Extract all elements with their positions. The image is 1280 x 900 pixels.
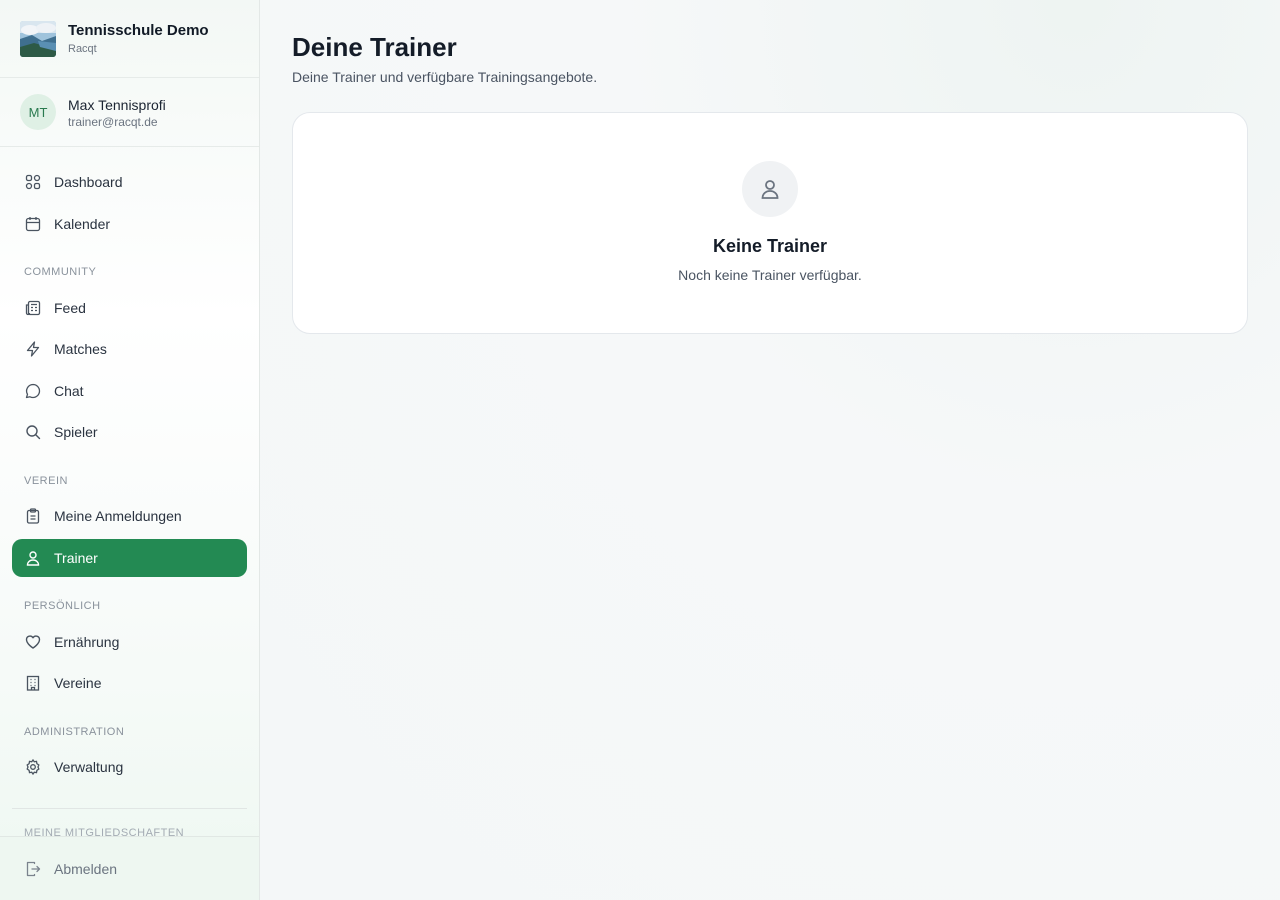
user-icon [742,161,798,217]
sidebar-item-chat[interactable]: Chat [12,372,247,410]
grid-icon [24,173,42,191]
logout-label: Abmelden [54,861,118,877]
empty-state-title: Keine Trainer [712,236,828,256]
sidebar-item-kalender[interactable]: Kalender [12,205,247,243]
sidebar-item-label: Chat [54,383,84,399]
user-icon [24,549,42,567]
avatar: MT [20,94,56,130]
sidebar-item-label: Verwaltung [54,759,124,775]
gear-icon [24,758,42,776]
sidebar-item-label: Spieler [54,424,98,440]
sidebar-item-dashboard[interactable]: Dashboard [12,163,247,201]
sidebar-item-anmeldungen[interactable]: Meine Anmeldungen [12,497,247,535]
section-administration: ADMINISTRATION [24,726,125,738]
sidebar-item-verwaltung[interactable]: Verwaltung [12,748,247,786]
empty-state-card: Keine Trainer Noch keine Trainer verfügb… [292,112,1248,334]
sidebar-item-label: Meine Anmeldungen [54,508,182,524]
sidebar-item-ernaehrung[interactable]: Ernährung [12,623,247,661]
heart-icon [24,633,42,651]
lightning-icon [24,340,42,358]
sidebar-item-label: Matches [54,341,107,357]
logout-icon [24,860,42,878]
user-name: Max Tennisprofi [68,96,166,113]
search-icon [24,423,42,441]
sidebar-item-spieler[interactable]: Spieler [12,413,247,451]
sidebar-item-matches[interactable]: Matches [12,330,247,368]
user-profile[interactable]: MT Max Tennisprofi trainer@racqt.de [0,78,259,147]
sidebar-item-label: Vereine [54,675,102,691]
page-subtitle: Deine Trainer und verfügbare Trainingsan… [292,69,598,85]
empty-state-text: Noch keine Trainer verfügbar. [678,267,862,283]
brand-header[interactable]: Tennisschule Demo Racqt [0,0,259,78]
main-content: Deine Trainer Deine Trainer und verfügba… [260,0,1280,900]
sidebar-footer: Abmelden [0,836,259,900]
section-verein: VEREIN [24,475,68,487]
sidebar-item-trainer[interactable]: Trainer [12,539,247,577]
sidebar-item-label: Dashboard [54,174,123,190]
section-persoenlich: PERSÖNLICH [24,600,101,612]
sidebar-item-feed[interactable]: Feed [12,289,247,327]
section-community: COMMUNITY [24,266,97,278]
page-title: Deine Trainer [292,32,457,62]
calendar-icon [24,215,42,233]
brand-subtitle: Racqt [68,42,97,55]
sidebar-item-label: Feed [54,300,86,316]
sidebar-item-label: Ernährung [54,634,120,650]
sidebar: Tennisschule Demo Racqt MT Max Tennispro… [0,0,260,900]
message-icon [24,382,42,400]
brand-name: Tennisschule Demo [68,21,209,39]
brand-logo [20,20,56,57]
logout-button[interactable]: Abmelden [12,850,247,888]
sidebar-item-label: Trainer [54,550,98,566]
building-icon [24,674,42,692]
clipboard-icon [24,507,42,525]
sidebar-item-vereine[interactable]: Vereine [12,664,247,702]
sidebar-divider [12,808,247,809]
user-email: trainer@racqt.de [68,114,158,129]
sidebar-item-label: Kalender [54,216,111,232]
newspaper-icon [24,299,42,317]
